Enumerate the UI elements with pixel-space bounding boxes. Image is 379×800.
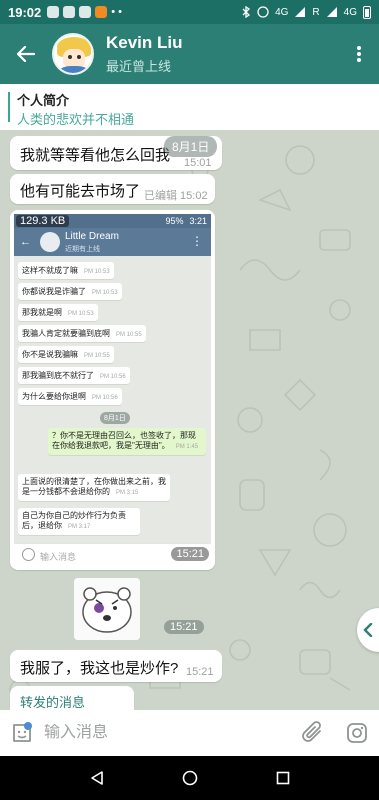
contact-last-seen: 最近曾上线 xyxy=(106,59,172,74)
notification-icons: • • xyxy=(47,6,122,18)
shot-message: 为什么要给你退啊 PM 10:56 xyxy=(18,388,122,405)
shot-emoji-icon xyxy=(22,548,35,561)
shot-contact-name: Little Dream xyxy=(65,231,119,242)
app-icon xyxy=(95,6,108,18)
shot-battery: 95% xyxy=(165,216,184,226)
chat-header: Kevin Liu 最近曾上线 xyxy=(0,24,379,84)
image-message[interactable]: 95% 3:21 129.3 KB ← Little Dream 近期有上线 ⋮… xyxy=(10,210,215,570)
bluetooth-icon xyxy=(242,6,251,18)
paperclip-icon xyxy=(302,721,321,742)
message-text: 我服了，我这也是炒作? xyxy=(20,660,179,677)
message-time: 已编辑 15:02 xyxy=(144,190,208,202)
shot-chat-body: 这样不就成了嘛 PM 10:53 你都说我是诈骗了 PM 10:53 那我就是啊 PM… xyxy=(14,256,211,543)
notification-icon xyxy=(47,6,60,18)
wechat-icon xyxy=(63,6,76,18)
nav-recents-button[interactable] xyxy=(263,758,303,798)
nav-recents-icon xyxy=(276,771,289,785)
status-time: 19:02 xyxy=(8,4,42,20)
shot-message: 自己为你自己的炒作行为负责后，退给你 PM 3:17 xyxy=(18,508,140,535)
message-text: 他有可能去市场了 xyxy=(20,183,141,200)
sticker-time: 15:21 xyxy=(164,620,204,634)
pinned-title: 个人简介 xyxy=(17,93,70,108)
battery-icon xyxy=(363,5,371,19)
system-nav-bar xyxy=(0,756,379,800)
pinned-subtitle: 人类的悲欢并不相通 xyxy=(17,112,135,127)
message-bubble[interactable]: 我服了，我这也是炒作? 15:21 xyxy=(10,650,222,682)
image-size-label: 129.3 KB xyxy=(16,215,70,227)
attach-button[interactable] xyxy=(291,721,335,745)
shot-back-icon: ← xyxy=(20,236,31,248)
shot-message: 那我骗到底不就行了 PM 10:56 xyxy=(18,367,130,384)
image-time: 15:21 xyxy=(171,547,209,561)
status-right: 4G R 4G xyxy=(241,5,371,19)
chat-area[interactable]: 我就等等看他怎么回我 15:01 8月1日 他有可能去市场了 已编辑 15:02… xyxy=(0,130,379,710)
pinned-accent-bar xyxy=(8,92,10,122)
shot-date-chip: 8月1日 xyxy=(100,412,130,424)
shot-more-icon: ⋮ xyxy=(191,234,203,248)
camera-button[interactable] xyxy=(335,722,379,744)
signal-label-2: 4G xyxy=(343,6,357,18)
status-bar: 19:02 • • 4G R 4G xyxy=(0,0,379,24)
sticker-message[interactable] xyxy=(74,578,140,640)
avatar[interactable] xyxy=(52,33,94,75)
signal-label-1: 4G xyxy=(275,6,289,18)
message-text: 我就等等看他怎么回我 xyxy=(20,147,171,164)
signal-icon xyxy=(295,7,306,17)
message-input[interactable] xyxy=(44,724,291,742)
shot-message: 这样不就成了嘛 PM 10:53 xyxy=(18,262,114,279)
nav-back-icon xyxy=(90,771,103,785)
contact-name: Kevin Liu xyxy=(106,33,183,52)
message-time: 15:01 xyxy=(184,157,212,169)
shot-header: ← Little Dream 近期有上线 ⋮ xyxy=(14,228,211,256)
nav-home-button[interactable] xyxy=(170,758,210,798)
shot-message: 你不是说我骗嘛 PM 10:55 xyxy=(18,346,114,363)
emoji-button[interactable] xyxy=(0,721,44,745)
back-arrow-icon xyxy=(17,46,35,62)
alarm-icon xyxy=(257,6,269,18)
chevron-left-icon xyxy=(363,623,373,637)
message-bubble[interactable]: 他有可能去市场了 已编辑 15:02 xyxy=(10,174,215,204)
back-button[interactable] xyxy=(0,24,52,84)
date-chip: 8月1日 xyxy=(164,136,218,157)
shot-message-outgoing: ？你不是无理由召回么，也签收了，那现在你给我退款吧，我是"无理由"。 PM 1:4… xyxy=(48,428,206,455)
gallery-icon xyxy=(79,6,92,18)
message-input-bar xyxy=(0,710,379,756)
more-options-button[interactable] xyxy=(339,24,379,84)
more-notifications-icon: • • xyxy=(111,6,123,18)
forwarded-label: 转发的消息 xyxy=(20,695,86,710)
shot-message: 你都说我是诈骗了 PM 10:53 xyxy=(18,283,122,300)
bear-sticker-icon xyxy=(74,578,140,640)
shot-input-placeholder: 输入消息 xyxy=(40,552,77,562)
pinned-bio[interactable]: 个人简介 人类的悲欢并不相通 xyxy=(0,84,379,130)
more-vert-icon xyxy=(357,46,361,62)
shot-clock: 3:21 xyxy=(189,216,207,226)
shot-message: 我骗人肯定就要骗到底啊 PM 10:55 xyxy=(18,325,146,342)
nav-home-icon xyxy=(182,770,197,786)
shot-avatar xyxy=(40,232,60,252)
signal-icon-2 xyxy=(326,7,337,17)
shot-contact-status: 近期有上线 xyxy=(65,246,100,253)
shot-message: 那我就是啊 PM 10:53 xyxy=(18,304,98,321)
forwarded-message[interactable]: 转发的消息 xyxy=(10,686,134,710)
nav-back-button[interactable] xyxy=(77,758,117,798)
sticker-emoji-icon xyxy=(13,722,32,742)
message-time: 15:21 xyxy=(186,666,214,678)
contact-info[interactable]: Kevin Liu 最近曾上线 xyxy=(106,33,183,75)
instagram-camera-icon xyxy=(347,723,367,743)
roaming-label: R xyxy=(312,6,320,18)
shot-message: 上面说的很清楚了，在你做出来之前，我是一分钱都不会退给你的 PM 3:15 xyxy=(18,474,170,501)
